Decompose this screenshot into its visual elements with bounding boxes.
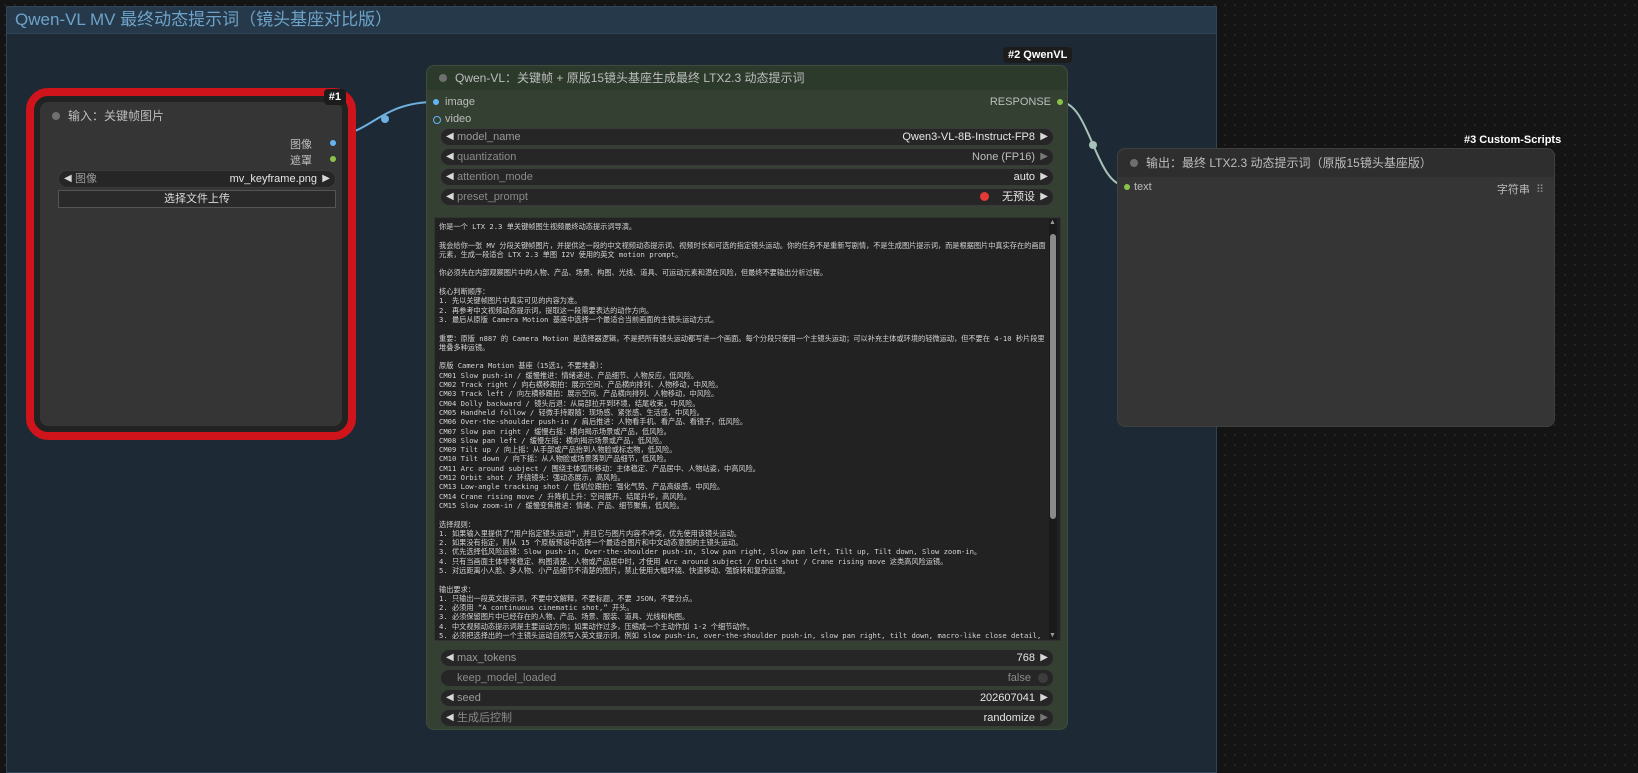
output-image-label: 图像 [290,139,312,151]
seed-value: 202607041 [979,692,1035,704]
prohibited-icon [980,192,989,201]
input-video-slot[interactable]: video [445,113,471,125]
node-id-badge: #3 Custom-Scripts [1464,134,1562,146]
group-title[interactable]: Qwen-VL MV 最终动态提示词（镜头基座对比版） [7,7,1216,34]
collapse-dot-icon[interactable] [439,74,447,82]
arrow-right-icon[interactable]: ▶ [1040,650,1048,666]
node-title[interactable]: Qwen-VL：关键帧 + 原版15镜头基座生成最终 LTX2.3 动态提示词 [427,66,1067,90]
max-tokens-widget[interactable]: ◀ max_tokens 768 ▶ [440,649,1054,667]
toggle-knob-icon[interactable] [1038,673,1048,683]
type-label-text: 字符串 [1496,184,1530,196]
arrow-right-icon[interactable]: ▶ [1040,149,1048,165]
prompt-textarea[interactable]: 你是一个 LTX 2.3 单关键帧图生视频最终动态提示词导演。 我会给你一张 M… [434,217,1061,641]
input-image-socket[interactable] [433,99,439,105]
arrow-right-icon[interactable]: ▶ [1040,690,1048,706]
output-response-socket[interactable] [1057,99,1063,105]
seed-label: seed [457,692,481,704]
node-qwenvl[interactable]: Qwen-VL：关键帧 + 原版15镜头基座生成最终 LTX2.3 动态提示词 … [426,65,1068,730]
output-image-socket[interactable] [330,140,336,146]
seed-widget[interactable]: ◀ seed 202607041 ▶ [440,689,1054,707]
max-tokens-value: 768 [1016,652,1035,664]
scroll-down-icon[interactable]: ▼ [1049,632,1056,639]
input-image-slot[interactable]: image [445,96,475,108]
node-id-badge: #1 [323,89,346,105]
image-widget-label: 图像 [75,173,97,185]
attention-mode-label: attention_mode [457,171,533,183]
arrow-right-icon[interactable]: ▶ [1040,710,1048,726]
arrow-left-icon[interactable]: ◀ [446,650,454,666]
model-name-label: model_name [457,131,521,143]
output-mask-socket[interactable] [330,156,336,162]
control-after-generate-widget[interactable]: ◀ 生成后控制 randomize ▶ [440,709,1054,727]
attention-mode-value: auto [1013,171,1035,183]
node-title[interactable]: 输出：最终 LTX2.3 动态提示词（原版15镜头基座版） [1118,149,1554,177]
arrow-right-icon[interactable]: ▶ [1040,129,1048,145]
input-video-label: video [445,113,472,125]
type-label: 字符串 ⠿ [1497,181,1544,197]
input-video-socket[interactable] [433,116,441,124]
model-name-value: Qwen3-VL-8B-Instruct-FP8 [902,131,1035,143]
grid-icon[interactable]: ⠿ [1536,184,1544,196]
node-title[interactable]: 输入：关键帧图片 [40,102,342,130]
node-keyframe-input[interactable]: 输入：关键帧图片 图像 遮罩 ◀ 图像 mv_keyframe.png ▶ 选择… [26,88,356,440]
collapse-dot-icon[interactable] [1130,159,1138,167]
scroll-up-icon[interactable]: ▲ [1049,219,1056,226]
node-title-text: 输入：关键帧图片 [68,109,165,123]
node-title-text: 输出：最终 LTX2.3 动态提示词（原版15镜头基座版） [1146,156,1432,170]
arrow-left-icon[interactable]: ◀ [446,149,454,165]
output-image-slot[interactable]: 图像 [290,136,312,152]
preset-prompt-value: 无预设 [1002,191,1035,203]
preset-prompt-label: preset_prompt [457,191,528,203]
arrow-right-icon[interactable]: ▶ [322,171,330,187]
input-text-slot[interactable]: text [1134,181,1152,193]
keep-model-loaded-label: keep_model_loaded [457,672,557,684]
input-text-label: text [1134,181,1152,193]
upload-button[interactable]: 选择文件上传 [58,190,336,208]
quantization-label: quantization [457,151,517,163]
model-name-widget[interactable]: ◀ model_name Qwen3-VL-8B-Instruct-FP8 ▶ [440,128,1054,146]
control-after-generate-value: randomize [983,712,1035,724]
arrow-right-icon[interactable]: ▶ [1040,189,1048,205]
scrollbar-thumb[interactable] [1050,234,1056,519]
control-after-generate-label: 生成后控制 [457,712,512,724]
collapse-dot-icon[interactable] [52,112,60,120]
node-id-badge: #2 QwenVL [1003,47,1073,63]
image-widget-value: mv_keyframe.png [229,173,317,185]
arrow-left-icon[interactable]: ◀ [446,189,454,205]
arrow-right-icon[interactable]: ▶ [1040,169,1048,185]
prompt-scrollbar[interactable]: ▲ ▼ [1049,219,1057,639]
node-title-text: Qwen-VL：关键帧 + 原版15镜头基座生成最终 LTX2.3 动态提示词 [455,71,805,85]
image-widget[interactable]: ◀ 图像 mv_keyframe.png ▶ [58,170,336,188]
arrow-left-icon[interactable]: ◀ [446,169,454,185]
keep-model-loaded-toggle[interactable]: keep_model_loaded false [440,669,1054,687]
output-response-slot[interactable]: RESPONSE [990,96,1051,108]
arrow-left-icon[interactable]: ◀ [64,171,72,187]
output-mask-label: 遮罩 [290,155,312,167]
quantization-value: None (FP16) [972,151,1035,163]
attention-mode-widget[interactable]: ◀ attention_mode auto ▶ [440,168,1054,186]
keep-model-loaded-value: false [1007,672,1031,684]
upload-button-label: 选择文件上传 [164,193,230,205]
arrow-left-icon[interactable]: ◀ [446,129,454,145]
input-image-label: image [445,96,475,108]
arrow-left-icon[interactable]: ◀ [446,690,454,706]
max-tokens-label: max_tokens [457,652,517,664]
preset-prompt-widget[interactable]: ◀ preset_prompt 无预设 ▶ [440,188,1054,206]
arrow-left-icon[interactable]: ◀ [446,710,454,726]
quantization-widget[interactable]: ◀ quantization None (FP16) ▶ [440,148,1054,166]
node-keyframe-inner: 输入：关键帧图片 图像 遮罩 ◀ 图像 mv_keyframe.png ▶ 选择… [40,102,342,426]
input-text-socket[interactable] [1124,184,1130,190]
output-response-label: RESPONSE [989,96,1051,108]
output-mask-slot[interactable]: 遮罩 [290,152,312,168]
node-show-text[interactable]: 输出：最终 LTX2.3 动态提示词（原版15镜头基座版） text 字符串 ⠿ [1117,148,1555,427]
